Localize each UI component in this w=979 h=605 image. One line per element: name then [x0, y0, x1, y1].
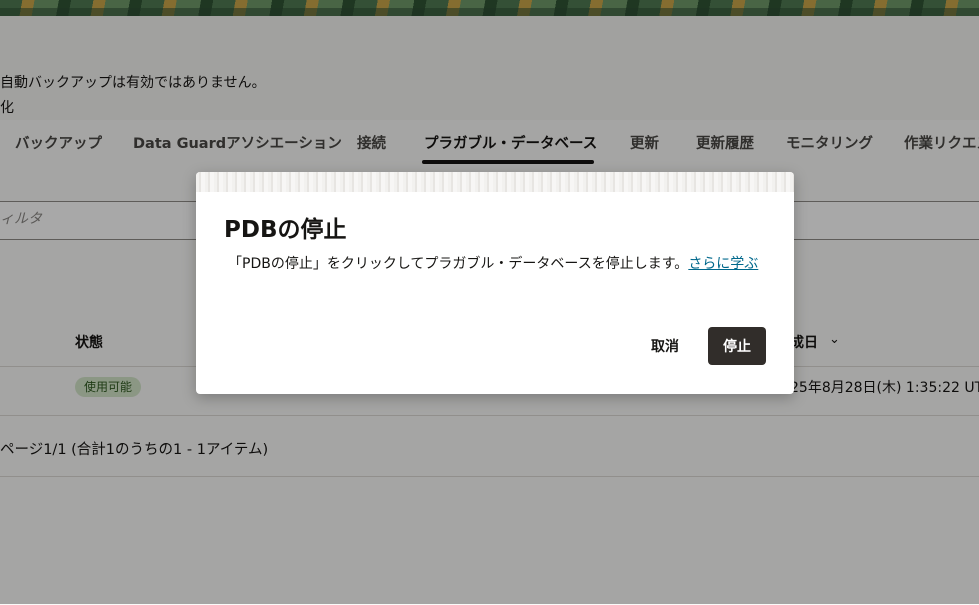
stop-pdb-dialog: PDBの停止 「PDBの停止」をクリックしてプラガブル・データベースを停止します… [196, 172, 794, 394]
stop-button[interactable]: 停止 [708, 327, 766, 365]
cancel-button[interactable]: 取消 [638, 327, 692, 365]
dialog-title: PDBの停止 [224, 217, 347, 243]
dialog-header-pattern [196, 172, 794, 192]
dialog-body-text: 「PDBの停止」をクリックしてプラガブル・データベースを停止します。 [228, 256, 689, 272]
learn-more-link[interactable]: さらに学ぶ [688, 256, 758, 272]
dialog-message: 「PDBの停止」をクリックしてプラガブル・データベースを停止します。さらに学ぶ [228, 253, 758, 273]
